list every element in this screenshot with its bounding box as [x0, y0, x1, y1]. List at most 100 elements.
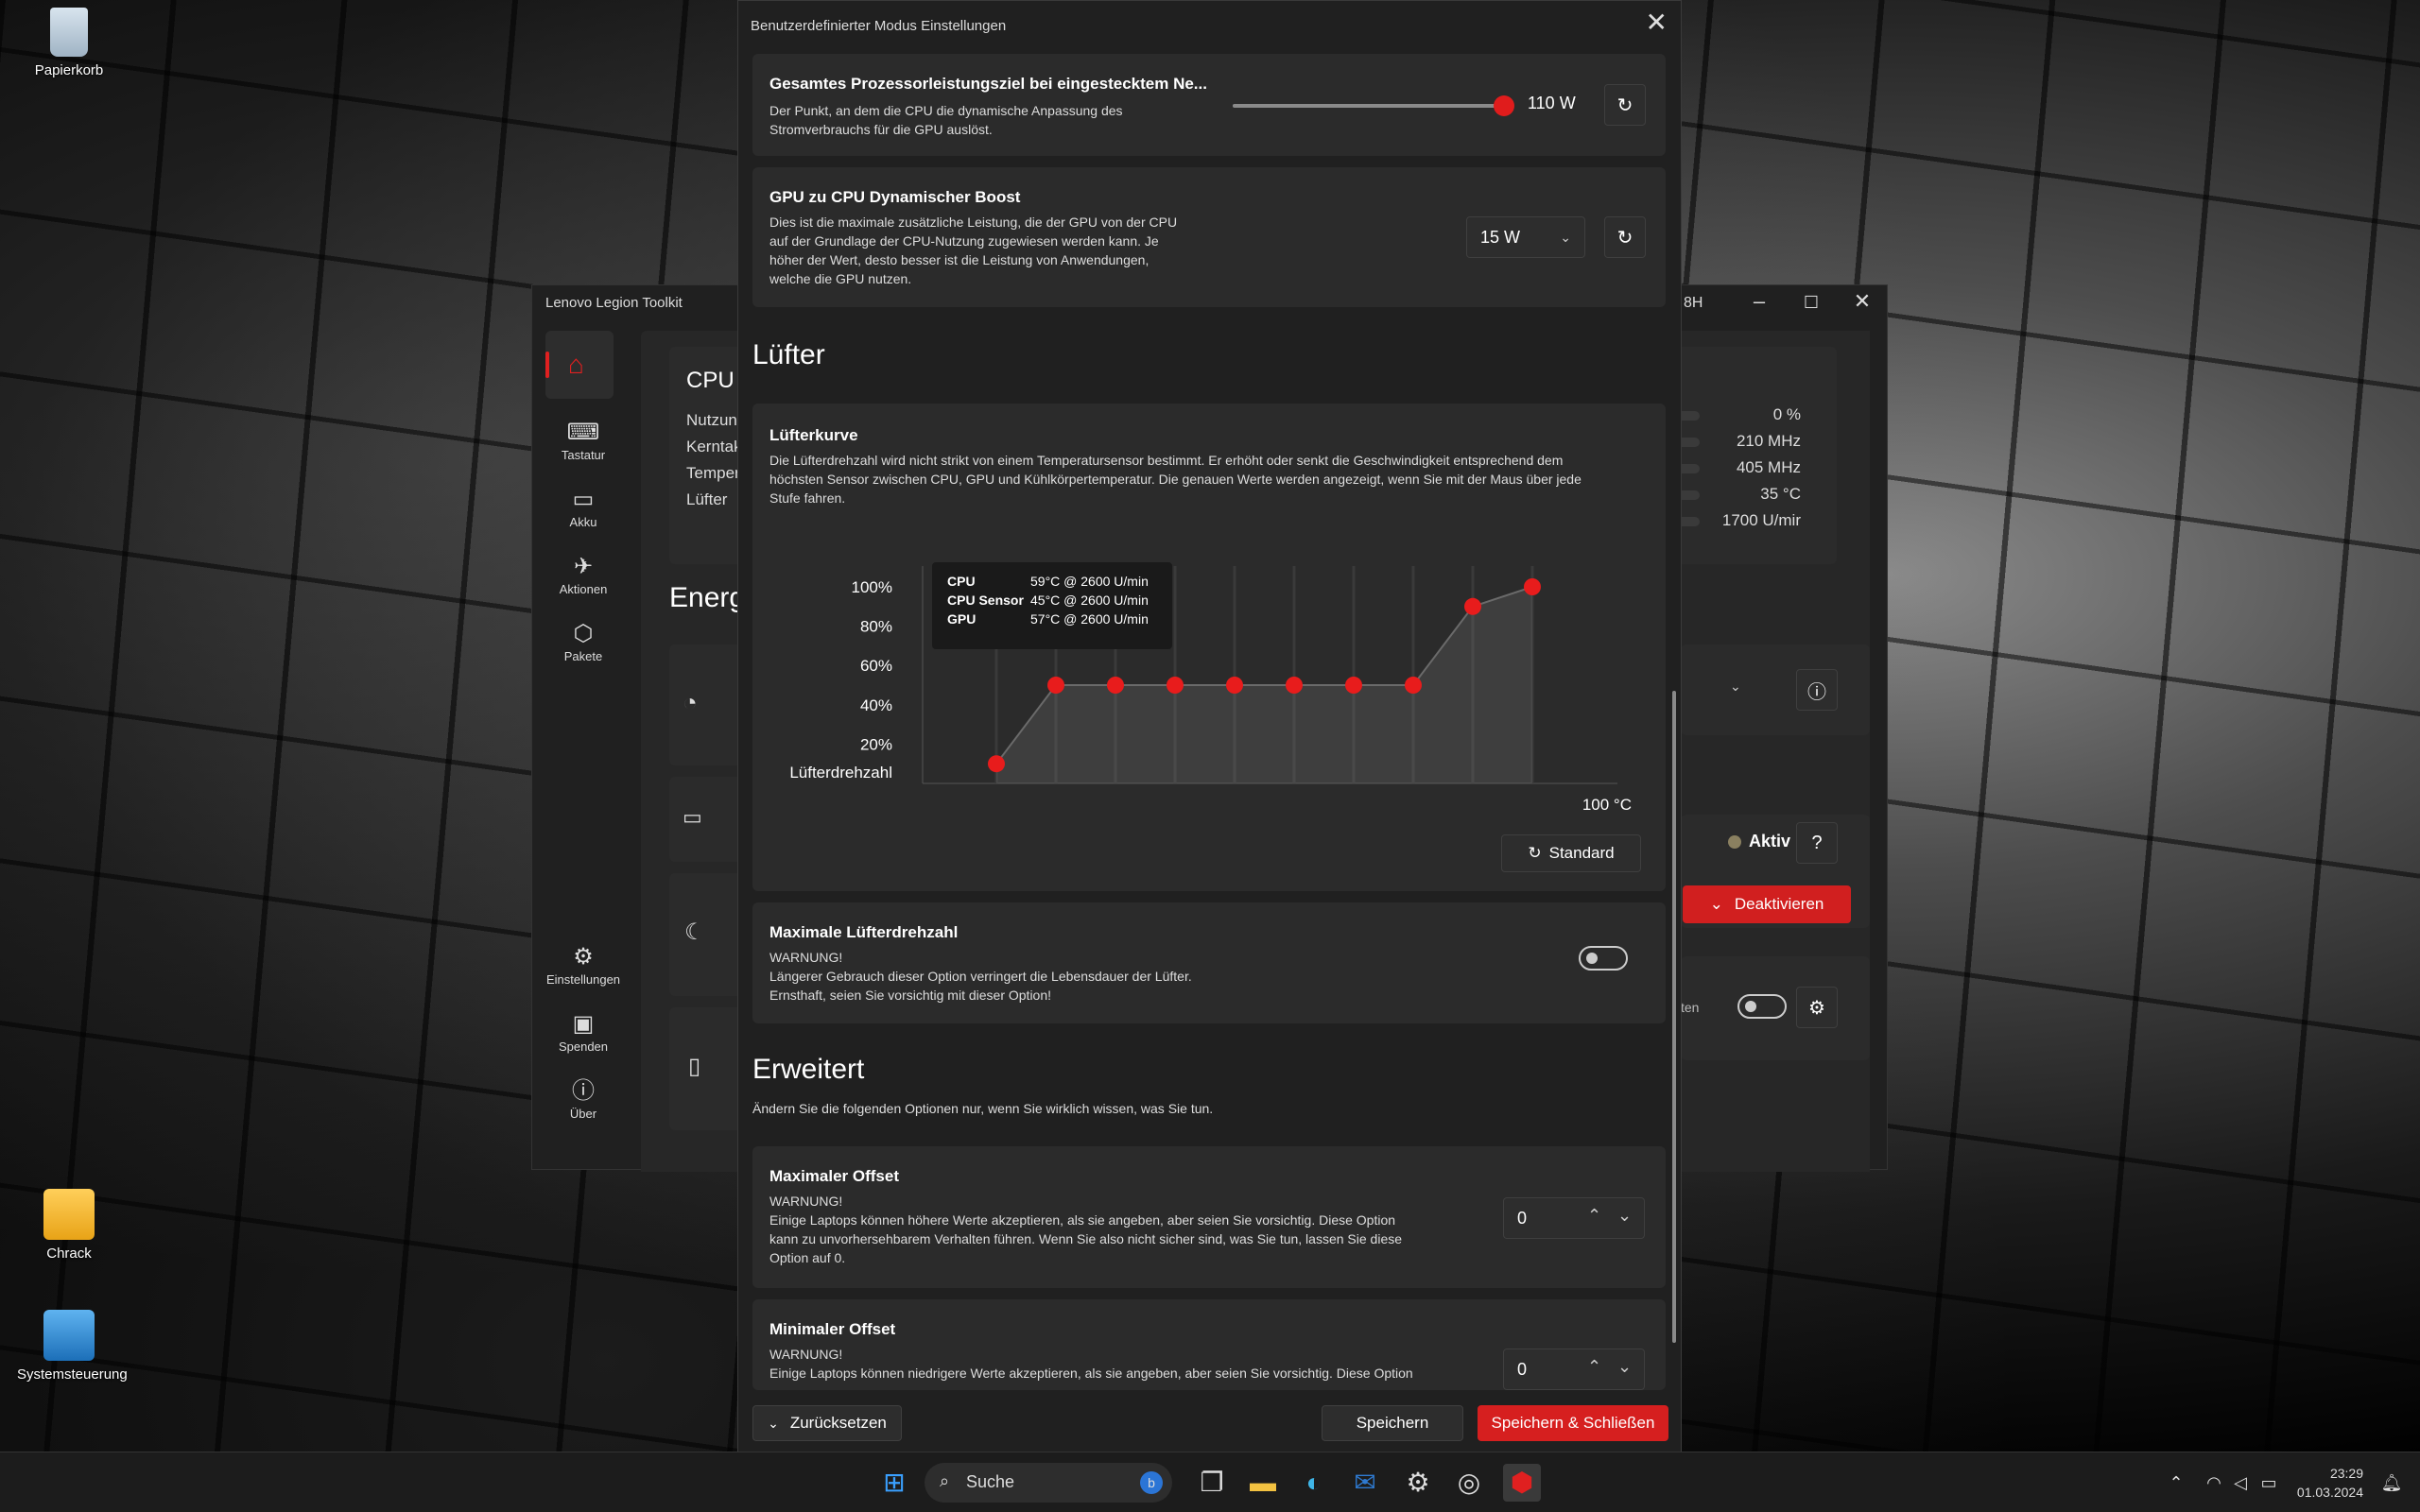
legion-toolkit-icon[interactable]: ⬢ [1503, 1464, 1541, 1502]
nav-item-actions[interactable]: ✈ Aktionen [545, 552, 621, 596]
min-offset-title: Minimaler Offset [769, 1320, 896, 1338]
fan-curve-point[interactable] [1047, 677, 1064, 694]
gear-icon: ⚙ [573, 944, 594, 970]
nav-item-about[interactable]: ⓘ Über [545, 1076, 621, 1121]
fan-curve-point[interactable] [1405, 677, 1422, 694]
fan-curve-chart[interactable]: 100% 80% 60% 40% 20% Lüfterdrehzahl 100 °C [752, 545, 1666, 848]
scrollbar[interactable] [1672, 691, 1676, 1343]
notification-bell-icon[interactable]: 🔔︎ [2373, 1464, 2411, 1502]
nav-item-battery[interactable]: ▭ Akku [545, 485, 621, 529]
fan-curve-desc: höchsten Sensor zwischen CPU, GPU und Kü… [769, 472, 1582, 487]
fan-curve-point[interactable] [1107, 677, 1124, 694]
cpu-row-label: Kerntak [686, 438, 742, 455]
energy-card[interactable]: ▭ [669, 777, 745, 862]
control-panel-icon [43, 1310, 95, 1361]
power-slider-track[interactable] [1233, 95, 1515, 116]
task-view-icon[interactable]: ❐ [1193, 1464, 1231, 1502]
max-fan-toggle[interactable] [1579, 946, 1628, 971]
search-placeholder: Suche [966, 1472, 1015, 1491]
fan-curve-point[interactable] [1167, 677, 1184, 694]
minimize-icon[interactable]: – [1737, 289, 1781, 314]
y-tick-label: 80% [860, 618, 892, 636]
recycle-bin-icon [50, 8, 88, 57]
nav-label: Spenden [558, 1040, 609, 1054]
close-icon[interactable]: ✕ [1841, 289, 1884, 314]
reset-button[interactable]: ↻ [1604, 84, 1646, 126]
reset-all-button[interactable]: ⌄ Zurücksetzen [752, 1405, 902, 1441]
energy-card[interactable]: ▯ [669, 1007, 745, 1130]
chevron-down-icon[interactable]: ⌄ [1617, 1357, 1632, 1377]
nav-item-settings[interactable]: ⚙ Einstellungen [545, 942, 621, 987]
reset-button[interactable]: ↻ [1604, 216, 1646, 258]
refresh-icon: ↻ [1616, 94, 1634, 116]
battery-icon: ▭ [683, 805, 702, 829]
bing-icon: b [1140, 1471, 1163, 1494]
reset-all-label: Zurücksetzen [789, 1414, 887, 1432]
fan-curve-point[interactable] [1345, 677, 1362, 694]
save-close-button[interactable]: Speichern & Schließen [1478, 1405, 1668, 1441]
file-explorer-icon[interactable]: ▬ [1244, 1464, 1282, 1502]
clock[interactable]: 23:29 01.03.2024 [2288, 1464, 2363, 1502]
y-tick-label: 40% [860, 696, 892, 714]
user-folder-icon [43, 1189, 95, 1240]
close-icon[interactable]: ✕ [1646, 7, 1668, 38]
desktop-icon-user-folder[interactable]: Chrack [17, 1189, 121, 1262]
advanced-heading: Erweitert [752, 1054, 865, 1085]
desktop-icon-label: Papierkorb [34, 62, 104, 78]
dialog-title: Benutzerdefinierter Modus Einstellungen [751, 18, 1007, 34]
fan-curve-point[interactable] [988, 755, 1005, 773]
power-slider-thumb[interactable] [1494, 95, 1515, 116]
power-target-title: Gesamtes Prozessorleistungsziel bei eing… [769, 75, 1207, 93]
nav-item-packages[interactable]: ⬡ Pakete [545, 619, 621, 663]
chevron-up-icon[interactable]: ⌃ [1587, 1206, 1601, 1226]
save-button[interactable]: Speichern [1322, 1405, 1463, 1441]
cpu-clock-value-2: 405 MHz [1736, 458, 1801, 476]
status-label: Aktiv [1749, 832, 1791, 850]
chevron-up-icon[interactable]: ⌃ [2157, 1464, 2195, 1502]
nav-label: Tastatur [561, 448, 606, 462]
outlook-icon[interactable]: ✉ [1346, 1464, 1384, 1502]
edge-icon[interactable]: ◐ [1295, 1464, 1333, 1502]
fan-curve-desc: Die Lüfterdrehzahl wird nicht strikt von… [769, 453, 1564, 468]
battery-icon[interactable]: ▭ [2250, 1464, 2288, 1502]
start-icon[interactable]: ⊞ [875, 1464, 913, 1502]
maximize-icon[interactable]: ☐ [1789, 293, 1833, 313]
info-button[interactable]: ⓘ [1796, 669, 1838, 711]
tooltip-value: 59°C @ 2600 U/min [1030, 574, 1149, 589]
search-icon: ⌕ [940, 1471, 950, 1490]
steam-icon[interactable]: ◎ [1450, 1464, 1488, 1502]
tooltip-row: GPU 57°C @ 2600 U/min [947, 610, 1157, 628]
nav-home[interactable]: ⌂ [545, 331, 614, 399]
nav-item-keyboard[interactable]: ⌨ Tastatur [545, 418, 621, 462]
min-offset-input[interactable]: 0 ⌃ ⌄ [1503, 1349, 1645, 1390]
max-offset-input[interactable]: 0 ⌃ ⌄ [1503, 1197, 1645, 1239]
fan-curve-point[interactable] [1226, 677, 1243, 694]
desktop-icon-control-panel[interactable]: Systemsteuerung [17, 1310, 128, 1383]
help-button[interactable]: ? [1796, 822, 1838, 864]
standard-button[interactable]: ↻ Standard [1501, 834, 1641, 872]
energy-card[interactable]: ☾ [669, 873, 745, 996]
gpu-boost-select[interactable]: 15 W ⌄ [1466, 216, 1585, 258]
max-offset-desc: Option auf 0. [769, 1250, 846, 1265]
settings-button[interactable]: ⚙ [1796, 987, 1838, 1028]
fans-heading: Lüfter [752, 339, 825, 370]
chevron-down-icon[interactable]: ⌄ [1730, 679, 1741, 695]
tooltip-sensor: CPU [947, 574, 976, 589]
deactivate-button[interactable]: ⌄ Deaktivieren [1683, 885, 1851, 923]
chevron-down-icon[interactable]: ⌄ [1617, 1206, 1632, 1226]
energy-card[interactable]: ◔ [669, 644, 745, 765]
settings-icon[interactable]: ⚙ [1399, 1464, 1437, 1502]
search-box[interactable]: ⌕ Suche b [925, 1463, 1172, 1503]
fan-curve-point[interactable] [1524, 578, 1541, 595]
min-offset-card: Minimaler Offset WARNUNG! Einige Laptops… [752, 1299, 1666, 1390]
nav-label: Akku [569, 515, 597, 529]
chevron-up-icon[interactable]: ⌃ [1587, 1357, 1601, 1377]
fan-curve-point[interactable] [1464, 597, 1481, 615]
actions-icon: ✈ [573, 554, 594, 579]
cpu-fan-value: 1700 U/mir [1721, 511, 1801, 529]
fan-curve-point[interactable] [1286, 677, 1303, 694]
feature-toggle[interactable] [1737, 994, 1787, 1019]
max-fan-card: Maximale Lüfterdrehzahl WARNUNG! Längere… [752, 902, 1666, 1023]
nav-item-donate[interactable]: ▣ Spenden [545, 1009, 621, 1054]
desktop-icon-recycle-bin[interactable]: Papierkorb [17, 8, 121, 78]
